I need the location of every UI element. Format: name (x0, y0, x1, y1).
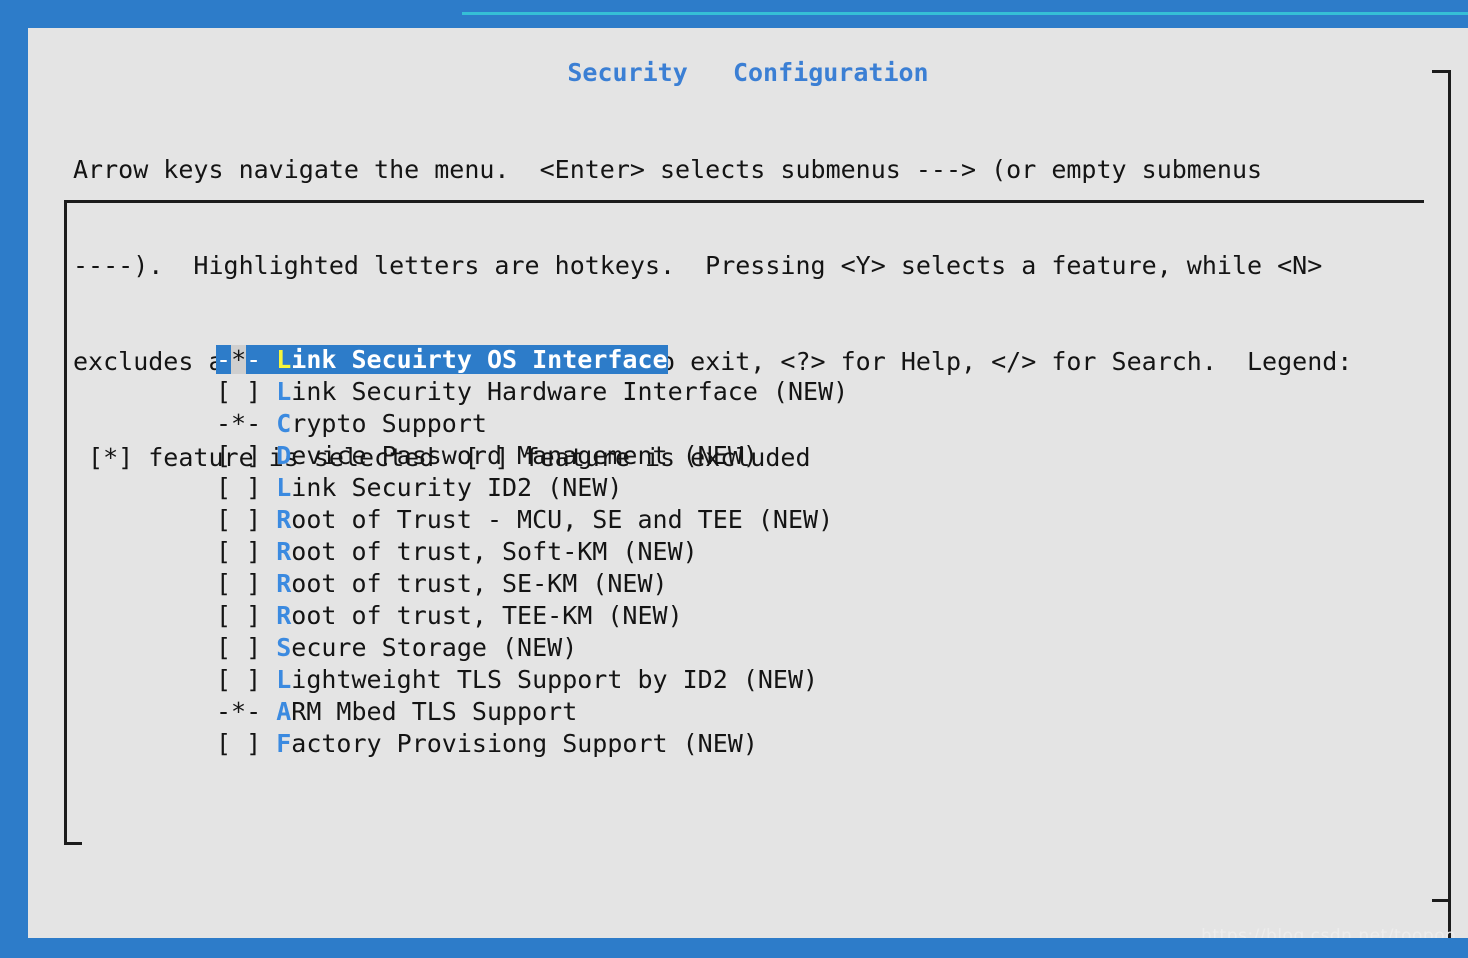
header-rule-line (462, 12, 1468, 15)
menu-item-hotkey: R (276, 537, 292, 566)
menu-item-mark: [ ] (216, 377, 277, 406)
menu-item-hotkey: L (276, 345, 292, 374)
menu-box-left-foot (64, 842, 82, 845)
menu-items-container: -*- Link Secuirty OS Interface[ ] Link S… (216, 248, 848, 760)
breadcrumb-header-bar: > Security Configuration (0, 0, 1468, 28)
menu-item-mark: [ ] (216, 569, 277, 598)
menu-item[interactable]: -*- ARM Mbed TLS Support (216, 696, 848, 728)
menu-item-label: oot of Trust - MCU, SE and TEE (NEW) (291, 505, 834, 534)
menu-item-hotkey: C (276, 409, 292, 438)
menu-box-top-border (64, 200, 1424, 203)
menu-item-hotkey: R (276, 569, 292, 598)
menu-item-label: evice Password Management (NEW) (291, 441, 758, 470)
menu-item-label: ecure Storage (NEW) (291, 633, 578, 662)
menu-item-hotkey: L (276, 377, 292, 406)
menu-item-hotkey: R (276, 505, 292, 534)
menu-item-mark: [ ] (216, 537, 277, 566)
menu-item[interactable]: [ ] Root of trust, SE-KM (NEW) (216, 568, 848, 600)
menu-item-label: oot of trust, TEE-KM (NEW) (291, 601, 683, 630)
menu-list-box: -*- Link Secuirty OS Interface[ ] Link S… (64, 200, 1424, 845)
menu-item-hotkey: S (276, 633, 292, 662)
menu-item-mark: - (246, 345, 277, 374)
menu-item[interactable]: [ ] Root of Trust - MCU, SE and TEE (NEW… (216, 504, 848, 536)
menu-item[interactable]: [ ] Root of trust, Soft-KM (NEW) (216, 536, 848, 568)
menu-box-left-border (64, 200, 67, 845)
menu-item-hotkey: R (276, 601, 292, 630)
menu-item-label: actory Provisiong Support (NEW) (291, 729, 758, 758)
menu-item-label: ink Security ID2 (NEW) (291, 473, 623, 502)
menu-item[interactable]: [ ] Secure Storage (NEW) (216, 632, 848, 664)
menu-item-mark: [ ] (216, 665, 277, 694)
menu-item-hotkey: L (276, 665, 292, 694)
help-line: Arrow keys navigate the menu. <Enter> se… (73, 155, 1263, 184)
menu-item[interactable]: [ ] Link Security Hardware Interface (NE… (216, 376, 848, 408)
menu-item-mark: - (216, 345, 232, 374)
menu-item[interactable]: [ ] Factory Provisiong Support (NEW) (216, 728, 848, 760)
menu-item[interactable]: [ ] Root of trust, TEE-KM (NEW) (216, 600, 848, 632)
menu-item-mark: [ ] (216, 729, 277, 758)
menu-item[interactable]: [ ] Device Password Management (NEW) (216, 440, 848, 472)
menu-item-mark: [ ] (216, 441, 277, 470)
dialog-frame-right-border (1448, 70, 1451, 938)
menu-item-mark: [ ] (216, 473, 277, 502)
menu-item-mark: [ ] (216, 505, 277, 534)
menu-item-label: oot of trust, SE-KM (NEW) (291, 569, 668, 598)
menu-item[interactable]: -*- Crypto Support (216, 408, 848, 440)
menu-item-mark: -*- (216, 409, 277, 438)
menu-item-label: RM Mbed TLS Support (291, 697, 578, 726)
menu-item-hotkey: D (276, 441, 292, 470)
dialog-title: Security Configuration (567, 58, 929, 87)
menu-item-label: oot of trust, Soft-KM (NEW) (291, 537, 698, 566)
menu-item-label: ink Secuirty OS Interface (291, 345, 668, 374)
menu-item-label: rypto Support (291, 409, 487, 438)
menu-item[interactable]: [ ] Link Security ID2 (NEW) (216, 472, 848, 504)
menu-item[interactable]: [ ] Lightweight TLS Support by ID2 (NEW) (216, 664, 848, 696)
menu-item-hotkey: L (276, 473, 292, 502)
watermark-text: https://blog.csdn.net/toopoo (1201, 926, 1456, 938)
menu-item-mark: [ ] (216, 601, 277, 630)
menu-item-label: ightweight TLS Support by ID2 (NEW) (291, 665, 819, 694)
menu-item-label: ink Security Hardware Interface (NEW) (291, 377, 849, 406)
menu-item-mark: -*- (216, 697, 277, 726)
menu-item-cursor-cell: * (231, 345, 247, 374)
menu-item[interactable]: -*- Link Secuirty OS Interface (216, 344, 848, 376)
menu-item-mark: [ ] (216, 633, 277, 662)
dialog-panel: Security Configuration Arrow keys naviga… (28, 28, 1468, 938)
kconfig-menuconfig-screen: > Security Configuration Security Config… (0, 0, 1468, 958)
menu-item-hotkey: F (276, 729, 292, 758)
menu-item-hotkey: A (276, 697, 292, 726)
